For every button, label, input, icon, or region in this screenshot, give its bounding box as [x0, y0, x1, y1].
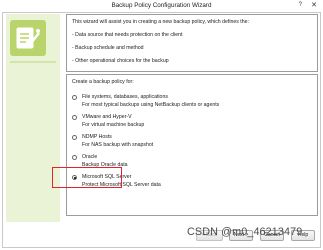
- magic-wand-icon: [16, 27, 40, 49]
- wizard-side-panel: [6, 14, 60, 222]
- policy-type-heading: Create a backup policy for:: [72, 79, 134, 85]
- logo-divider: [10, 61, 56, 63]
- wizard-content: This wizard will assist you in creating …: [66, 14, 318, 222]
- intro-item: - Other operational choices for the back…: [72, 58, 169, 64]
- watermark: CSDN @m0_46213479: [187, 226, 303, 238]
- radio-button[interactable]: [72, 155, 77, 160]
- annotation-highlight-box: [52, 167, 122, 188]
- window-title: Backup Policy Configuration Wizard: [111, 2, 212, 9]
- radio-button[interactable]: [72, 115, 77, 120]
- option-description: For most typical backups using NetBackup…: [82, 102, 220, 108]
- option-vmware-hyperv[interactable]: VMware and Hyper-V For virtual machine b…: [72, 113, 312, 133]
- policy-type-group: Create a backup policy for: File systems…: [66, 74, 318, 216]
- option-description: For virtual machine backup: [82, 122, 145, 128]
- intro-box: This wizard will assist you in creating …: [66, 14, 318, 72]
- intro-item: - Data source that needs protection on t…: [72, 32, 183, 38]
- option-description: For NAS backup with snapshot: [82, 142, 154, 148]
- radio-button[interactable]: [72, 95, 77, 100]
- option-file-systems[interactable]: File systems, databases, applications Fo…: [72, 93, 312, 113]
- intro-item: - Backup schedule and method: [72, 45, 144, 51]
- close-icon[interactable]: ✕: [311, 1, 317, 9]
- intro-text: This wizard will assist you in creating …: [72, 19, 249, 25]
- title-bar: Backup Policy Configuration Wizard ? ✕: [0, 0, 323, 12]
- option-ndmp-hosts[interactable]: NDMP Hosts For NAS backup with snapshot: [72, 133, 312, 153]
- help-icon[interactable]: ?: [299, 2, 302, 8]
- wizard-logo: [10, 20, 46, 56]
- radio-button[interactable]: [72, 135, 77, 140]
